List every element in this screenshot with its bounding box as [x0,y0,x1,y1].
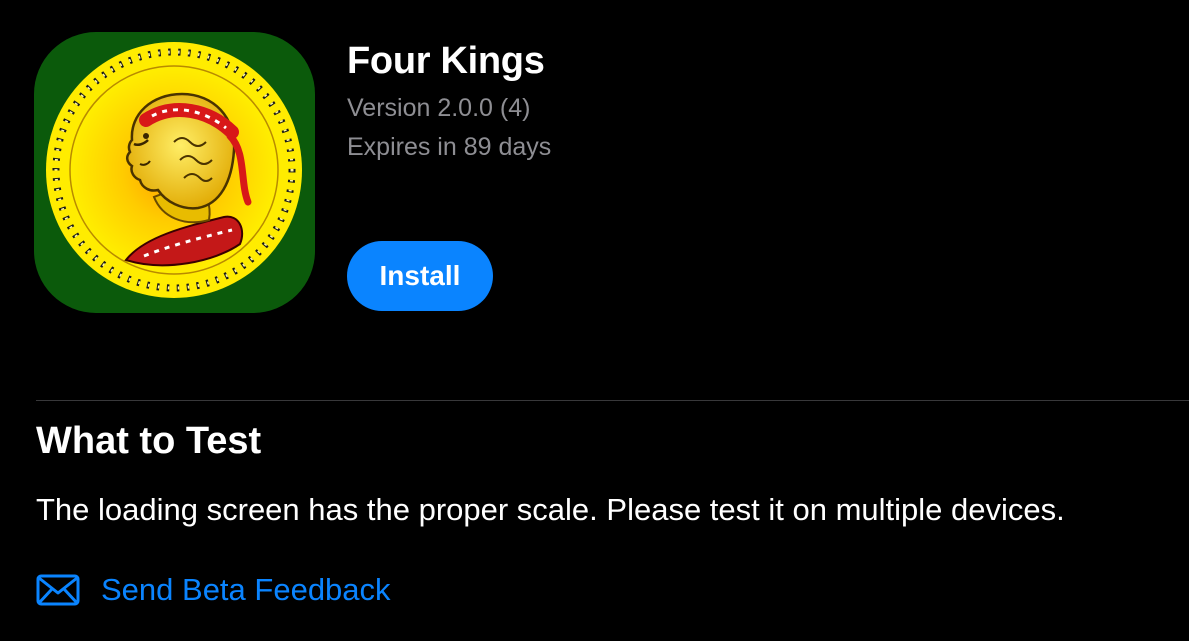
app-title: Four Kings [347,40,545,82]
app-version: Version 2.0.0 (4) [347,94,531,122]
envelope-icon [36,574,80,606]
send-beta-feedback-link[interactable]: Send Beta Feedback [36,568,391,612]
what-to-test-body: The loading screen has the proper scale.… [36,492,1065,527]
app-expiry: Expires in 89 days [347,133,552,161]
section-divider [36,400,1189,401]
send-beta-feedback-label: Send Beta Feedback [101,572,391,607]
install-button[interactable]: Install [347,241,493,311]
app-icon [34,32,315,313]
four-kings-coin-icon [34,32,315,313]
what-to-test-heading: What to Test [36,420,262,462]
